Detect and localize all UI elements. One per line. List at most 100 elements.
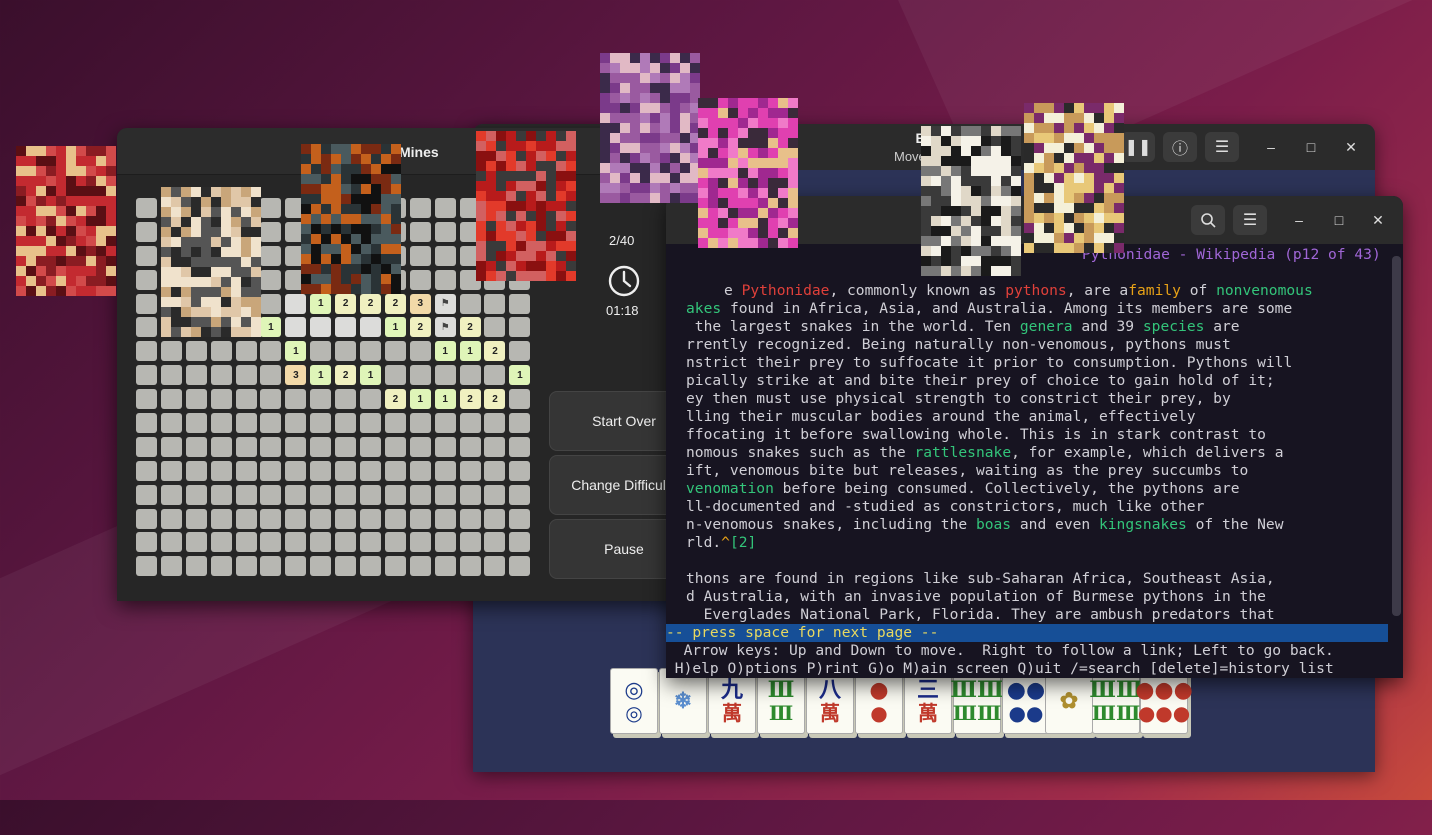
covered-cell[interactable] bbox=[409, 221, 431, 242]
number-cell[interactable]: 1 bbox=[434, 389, 456, 410]
covered-cell[interactable] bbox=[310, 413, 332, 434]
covered-cell[interactable] bbox=[509, 389, 531, 410]
covered-cell[interactable] bbox=[484, 460, 506, 481]
covered-cell[interactable] bbox=[434, 245, 456, 266]
covered-cell[interactable] bbox=[185, 484, 207, 505]
covered-cell[interactable] bbox=[136, 389, 157, 410]
covered-cell[interactable] bbox=[360, 460, 382, 481]
number-cell[interactable]: 2 bbox=[335, 365, 357, 386]
covered-cell[interactable] bbox=[260, 269, 282, 290]
covered-cell[interactable] bbox=[136, 484, 157, 505]
covered-cell[interactable] bbox=[235, 365, 257, 386]
covered-cell[interactable] bbox=[335, 508, 357, 529]
covered-cell[interactable] bbox=[335, 460, 357, 481]
hyperlink[interactable]: kingsnakes bbox=[1099, 516, 1187, 533]
covered-cell[interactable] bbox=[136, 413, 157, 434]
covered-cell[interactable] bbox=[360, 556, 382, 577]
number-cell[interactable]: 1 bbox=[360, 365, 382, 386]
covered-cell[interactable] bbox=[260, 484, 282, 505]
number-cell[interactable]: 1 bbox=[409, 389, 431, 410]
covered-cell[interactable] bbox=[434, 436, 456, 457]
covered-cell[interactable] bbox=[235, 532, 257, 553]
terminal-search-button[interactable] bbox=[1191, 205, 1225, 235]
covered-cell[interactable] bbox=[484, 365, 506, 386]
covered-cell[interactable] bbox=[384, 484, 406, 505]
covered-cell[interactable] bbox=[384, 365, 406, 386]
covered-cell[interactable] bbox=[210, 532, 232, 553]
covered-cell[interactable] bbox=[160, 365, 182, 386]
covered-cell[interactable] bbox=[384, 436, 406, 457]
covered-cell[interactable] bbox=[235, 484, 257, 505]
close-button[interactable]: ✕ bbox=[1339, 135, 1363, 159]
covered-cell[interactable] bbox=[235, 436, 257, 457]
covered-cell[interactable] bbox=[136, 317, 157, 338]
covered-cell[interactable] bbox=[484, 508, 506, 529]
covered-cell[interactable] bbox=[509, 341, 531, 362]
covered-cell[interactable] bbox=[185, 460, 207, 481]
covered-cell[interactable] bbox=[409, 484, 431, 505]
covered-cell[interactable] bbox=[434, 532, 456, 553]
covered-cell[interactable] bbox=[484, 317, 506, 338]
covered-cell[interactable] bbox=[260, 413, 282, 434]
covered-cell[interactable] bbox=[384, 532, 406, 553]
covered-cell[interactable] bbox=[360, 484, 382, 505]
covered-cell[interactable] bbox=[210, 341, 232, 362]
covered-cell[interactable] bbox=[285, 460, 307, 481]
covered-cell[interactable] bbox=[235, 460, 257, 481]
covered-cell[interactable] bbox=[409, 413, 431, 434]
covered-cell[interactable] bbox=[310, 484, 332, 505]
covered-cell[interactable] bbox=[509, 484, 531, 505]
covered-cell[interactable] bbox=[160, 413, 182, 434]
number-cell[interactable]: 1 bbox=[509, 365, 531, 386]
covered-cell[interactable] bbox=[136, 556, 157, 577]
number-cell[interactable]: 1 bbox=[260, 317, 282, 338]
covered-cell[interactable] bbox=[409, 245, 431, 266]
covered-cell[interactable] bbox=[509, 293, 531, 314]
covered-cell[interactable] bbox=[335, 341, 357, 362]
covered-cell[interactable] bbox=[384, 556, 406, 577]
covered-cell[interactable] bbox=[434, 484, 456, 505]
covered-cell[interactable] bbox=[335, 413, 357, 434]
covered-cell[interactable] bbox=[409, 365, 431, 386]
covered-cell[interactable] bbox=[409, 198, 431, 218]
number-cell[interactable]: 1 bbox=[310, 293, 332, 314]
covered-cell[interactable] bbox=[360, 413, 382, 434]
covered-cell[interactable] bbox=[160, 508, 182, 529]
covered-cell[interactable] bbox=[235, 508, 257, 529]
covered-cell[interactable] bbox=[360, 436, 382, 457]
covered-cell[interactable] bbox=[310, 341, 332, 362]
covered-cell[interactable] bbox=[185, 341, 207, 362]
covered-cell[interactable] bbox=[136, 245, 157, 266]
covered-cell[interactable] bbox=[160, 436, 182, 457]
flagged-cell[interactable]: ⚑ bbox=[434, 293, 456, 314]
lynx-browser-view[interactable]: Pythonidae - Wikipedia (p12 of 43) e Pyt… bbox=[666, 244, 1388, 678]
hyperlink[interactable]: venomation bbox=[686, 480, 774, 497]
covered-cell[interactable] bbox=[459, 532, 481, 553]
number-cell[interactable]: 2 bbox=[459, 317, 481, 338]
covered-cell[interactable] bbox=[185, 389, 207, 410]
hyperlink[interactable]: akes bbox=[686, 300, 721, 317]
covered-cell[interactable] bbox=[210, 436, 232, 457]
help-button[interactable]: ⓘ bbox=[1163, 132, 1197, 162]
flagged-cell[interactable]: ⚑ bbox=[434, 317, 456, 338]
covered-cell[interactable] bbox=[459, 436, 481, 457]
covered-cell[interactable] bbox=[210, 365, 232, 386]
covered-cell[interactable] bbox=[260, 365, 282, 386]
minimize-button[interactable]: – bbox=[1259, 135, 1283, 159]
covered-cell[interactable] bbox=[360, 532, 382, 553]
covered-cell[interactable] bbox=[285, 532, 307, 553]
covered-cell[interactable] bbox=[136, 460, 157, 481]
covered-cell[interactable] bbox=[335, 556, 357, 577]
covered-cell[interactable] bbox=[484, 484, 506, 505]
covered-cell[interactable] bbox=[335, 389, 357, 410]
covered-cell[interactable] bbox=[335, 436, 357, 457]
terminal-maximize-button[interactable]: □ bbox=[1327, 208, 1351, 232]
covered-cell[interactable] bbox=[136, 436, 157, 457]
covered-cell[interactable] bbox=[210, 556, 232, 577]
covered-cell[interactable] bbox=[185, 365, 207, 386]
hyperlink[interactable]: [2] bbox=[730, 534, 756, 551]
covered-cell[interactable] bbox=[360, 341, 382, 362]
revealed-empty-cell[interactable] bbox=[360, 317, 382, 338]
covered-cell[interactable] bbox=[459, 365, 481, 386]
covered-cell[interactable] bbox=[310, 532, 332, 553]
